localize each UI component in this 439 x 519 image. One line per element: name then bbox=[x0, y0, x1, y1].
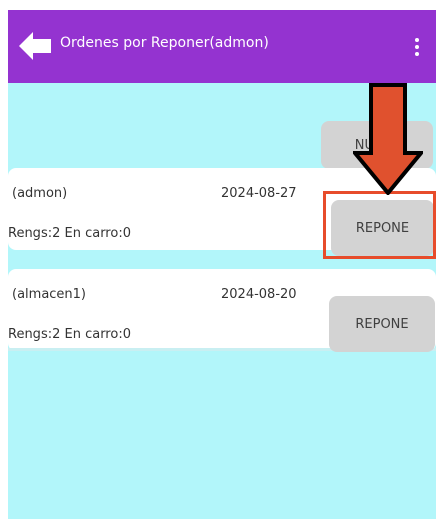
app-bar: Ordenes por Reponer(admon) bbox=[8, 10, 436, 83]
down-arrow-icon bbox=[353, 83, 423, 195]
order-info: Rengs:2 En carro:0 bbox=[8, 226, 131, 241]
order-user: (almacen1) bbox=[12, 287, 87, 302]
overflow-menu-button[interactable] bbox=[410, 32, 424, 62]
app-screen: Ordenes por Reponer(admon) NUEVA (admon)… bbox=[8, 10, 436, 519]
back-button[interactable] bbox=[19, 32, 53, 60]
order-info: Rengs:2 En carro:0 bbox=[8, 327, 131, 342]
order-user: (admon) bbox=[12, 186, 68, 201]
page-title: Ordenes por Reponer(admon) bbox=[60, 35, 269, 51]
highlight-box bbox=[323, 191, 436, 259]
order-date: 2024-08-20 bbox=[221, 287, 297, 302]
order-date: 2024-08-27 bbox=[221, 186, 297, 201]
repone-button[interactable]: REPONE bbox=[329, 296, 435, 352]
more-vert-icon bbox=[415, 38, 419, 42]
back-arrow-icon bbox=[19, 32, 51, 60]
